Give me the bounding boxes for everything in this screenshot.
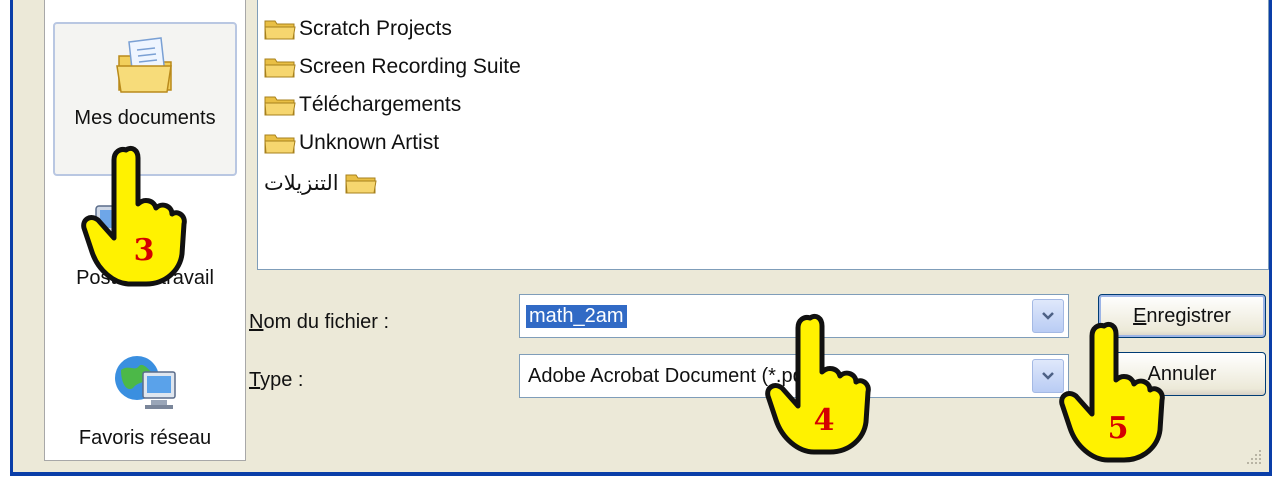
- filename-label-text: om du fichier :: [263, 311, 390, 333]
- annotation-number: 4: [814, 403, 835, 438]
- pointing-hand-icon: 4: [765, 313, 871, 455]
- type-label-mnemonic: T: [249, 369, 261, 391]
- folder-icon: [264, 134, 296, 154]
- resize-grip-icon[interactable]: [1245, 448, 1263, 466]
- list-item[interactable]: Téléchargements: [264, 88, 461, 122]
- filename-label: Nom du fichier :: [249, 311, 389, 334]
- list-item[interactable]: Screen Recording Suite: [264, 50, 521, 84]
- folder-name: Scratch Projects: [299, 17, 452, 40]
- pointing-hand-icon: 3: [81, 145, 187, 287]
- filename-label-mnemonic: N: [249, 311, 264, 333]
- filename-input[interactable]: math_2am: [526, 305, 627, 328]
- folder-name: Téléchargements: [299, 93, 462, 116]
- file-list[interactable]: Scratch Projects Screen Recording Suite …: [257, 0, 1269, 270]
- place-label: Mes documents: [74, 107, 216, 129]
- annotation-number: 5: [1108, 411, 1129, 446]
- list-item[interactable]: Scratch Projects: [264, 12, 452, 46]
- place-network[interactable]: Favoris réseau: [45, 348, 245, 458]
- list-item[interactable]: التنزيلات: [264, 166, 377, 200]
- type-label: Type :: [249, 369, 303, 392]
- network-places-icon: [115, 356, 176, 409]
- folder-icon: [345, 174, 377, 194]
- folder-icon: [264, 96, 296, 116]
- pointing-hand-icon: 5: [1059, 321, 1165, 463]
- type-label-text: ype :: [260, 369, 304, 391]
- folder-icon: [264, 58, 296, 78]
- my-documents-icon: [116, 37, 172, 93]
- list-item[interactable]: Unknown Artist: [264, 126, 439, 160]
- annotation-number: 3: [134, 233, 155, 268]
- folder-icon: [264, 20, 296, 40]
- place-label: Favoris réseau: [78, 427, 212, 449]
- folder-name: التنزيلات: [264, 171, 339, 195]
- folder-name: Screen Recording Suite: [299, 55, 521, 78]
- folder-name: Unknown Artist: [299, 131, 440, 154]
